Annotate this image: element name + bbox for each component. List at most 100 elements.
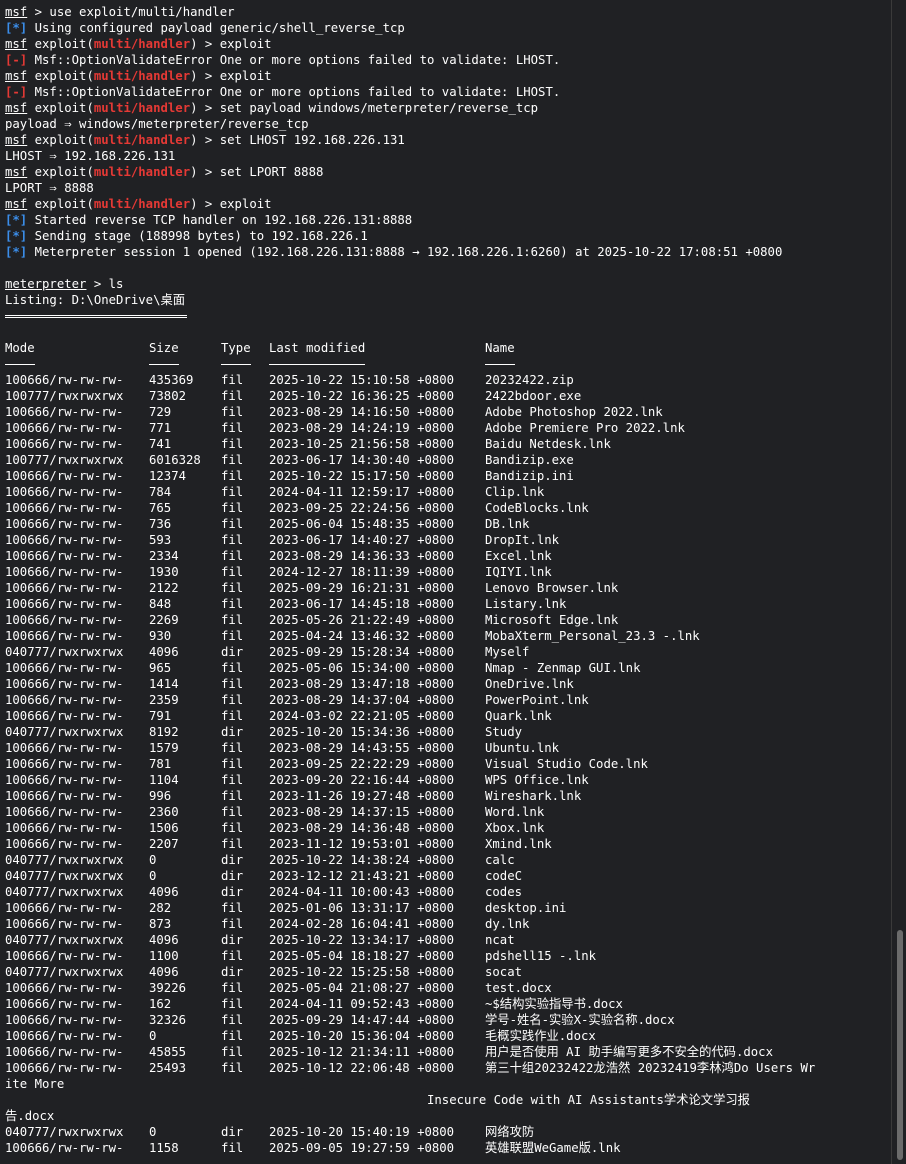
file-mode: 100666/rw-rw-rw- <box>5 405 124 419</box>
file-mode: 100666/rw-rw-rw- <box>5 997 124 1011</box>
table-row: 100666/rw-rw-rw- 1158 fil 2025-09-05 19:27:… <box>5 1140 890 1156</box>
file-modified: 2025-09-29 15:28:34 +0800 <box>269 645 455 659</box>
file-mode: 100666/rw-rw-rw- <box>5 1141 124 1155</box>
file-size: 765 <box>149 501 172 515</box>
file-type: fil <box>221 949 244 963</box>
file-size: 771 <box>149 421 172 435</box>
file-modified: 2023-12-12 21:43:21 +0800 <box>269 869 455 883</box>
file-type: dir <box>221 725 244 739</box>
file-modified: 2023-08-29 14:37:04 +0800 <box>269 693 455 707</box>
file-name: 英雄联盟WeGame版.lnk <box>485 1141 621 1155</box>
table-row: 100666/rw-rw-rw- 781 fil 2023-09-25 22:22:2… <box>5 756 890 772</box>
file-type: fil <box>221 1013 244 1027</box>
table-row: 100666/rw-rw-rw- 162 fil 2024-04-11 09:52:4… <box>5 996 890 1012</box>
file-size: 32326 <box>149 1013 187 1027</box>
table-row: 100666/rw-rw-rw- 965 fil 2025-05-06 15:34:0… <box>5 660 890 676</box>
row-continuation: Insecure Code with AI Assistants学术论文学习报 <box>5 1092 890 1108</box>
file-mode: 040777/rwxrwxrwx <box>5 725 124 739</box>
file-size: 736 <box>149 517 172 531</box>
file-mode: 100666/rw-rw-rw- <box>5 741 124 755</box>
terminal-output[interactable]: msf > use exploit/multi/handler [*] Using… <box>5 4 890 1156</box>
row-continuation: ite More <box>5 1076 890 1092</box>
file-type: fil <box>221 773 244 787</box>
table-row: 040777/rwxrwxrwx 4096 dir 2024-04-11 10:00:… <box>5 884 890 900</box>
command-text: > ls <box>86 277 124 291</box>
file-size: 2207 <box>149 837 179 851</box>
file-size: 0 <box>149 1125 157 1139</box>
table-row: 100666/rw-rw-rw- 45855 fil 2025-10-12 21:34… <box>5 1044 890 1060</box>
file-mode: 100666/rw-rw-rw- <box>5 837 124 851</box>
file-name: Adobe Premiere Pro 2022.lnk <box>485 421 685 435</box>
table-row: 100666/rw-rw-rw- 784 fil 2024-04-11 12:59:1… <box>5 484 890 500</box>
file-modified: 2025-05-04 18:18:27 +0800 <box>269 949 455 963</box>
file-mode: 100666/rw-rw-rw- <box>5 773 124 787</box>
listing-line: Listing: D:\OneDrive\桌面 <box>5 292 890 308</box>
terminal-line: msf exploit(multi/handler) > set payload… <box>5 100 890 116</box>
file-mode: 100666/rw-rw-rw- <box>5 901 124 915</box>
table-row: 100666/rw-rw-rw- 996 fil 2023-11-26 19:27:4… <box>5 788 890 804</box>
error-text: Msf::OptionValidateError One or more opt… <box>27 53 561 67</box>
file-mode: 100666/rw-rw-rw- <box>5 437 124 451</box>
column-header: Size <box>149 341 179 355</box>
header-underline <box>5 356 890 372</box>
file-type: dir <box>221 885 244 899</box>
file-size: 4096 <box>149 885 179 899</box>
terminal-line: payload ⇒ windows/meterpreter/reverse_tc… <box>5 116 890 132</box>
file-type: fil <box>221 453 244 467</box>
table-row: 040777/rwxrwxrwx 0 dir 2025-10-20 15:40:19 … <box>5 1124 890 1140</box>
file-size: 1414 <box>149 677 179 691</box>
file-type: fil <box>221 485 244 499</box>
file-modified: 2025-09-29 16:21:31 +0800 <box>269 581 455 595</box>
file-name: codes <box>485 885 523 899</box>
file-modified: 2025-10-20 15:40:19 +0800 <box>269 1125 455 1139</box>
msf-prompt: msf <box>5 133 28 147</box>
file-size: 4096 <box>149 645 179 659</box>
error-text: Msf::OptionValidateError One or more opt… <box>27 85 561 99</box>
table-row: 100666/rw-rw-rw- 2207 fil 2023-11-12 19:53:… <box>5 836 890 852</box>
file-size: 791 <box>149 709 172 723</box>
column-header: Name <box>485 341 515 355</box>
file-name: ncat <box>485 933 515 947</box>
file-size: 781 <box>149 757 172 771</box>
file-name: 学号-姓名-实验X-实验名称.docx <box>485 1013 675 1027</box>
file-mode: 100666/rw-rw-rw- <box>5 677 124 691</box>
terminal-line: [-] Msf::OptionValidateError One or more… <box>5 52 890 68</box>
scrollbar-thumb[interactable] <box>897 930 903 1160</box>
file-modified: 2025-10-12 21:34:11 +0800 <box>269 1045 455 1059</box>
table-row: 040777/rwxrwxrwx 8192 dir 2025-10-20 15:34:… <box>5 724 890 740</box>
file-name: Xbox.lnk <box>485 821 545 835</box>
file-modified: 2025-10-22 15:17:50 +0800 <box>269 469 455 483</box>
double-rule <box>5 308 890 324</box>
file-mode: 040777/rwxrwxrwx <box>5 869 124 883</box>
table-row: 100666/rw-rw-rw- 435369 fil 2025-10-22 15:1… <box>5 372 890 388</box>
table-row: 100666/rw-rw-rw- 741 fil 2023-10-25 21:56:5… <box>5 436 890 452</box>
file-mode: 100666/rw-rw-rw- <box>5 1045 124 1059</box>
file-modified: 2024-04-11 10:00:43 +0800 <box>269 885 455 899</box>
file-size: 873 <box>149 917 172 931</box>
file-modified: 2023-08-29 14:16:50 +0800 <box>269 405 455 419</box>
file-modified: 2025-05-26 21:22:49 +0800 <box>269 613 455 627</box>
terminal-line: [*] Sending stage (188998 bytes) to 192.… <box>5 228 890 244</box>
file-type: dir <box>221 853 244 867</box>
file-size: 593 <box>149 533 172 547</box>
command-text: ) > exploit <box>190 197 272 211</box>
file-modified: 2025-05-06 15:34:00 +0800 <box>269 661 455 675</box>
file-mode: 100777/rwxrwxrwx <box>5 389 124 403</box>
file-name: codeC <box>485 869 523 883</box>
file-mode: 100777/rwxrwxrwx <box>5 453 124 467</box>
file-mode: 100666/rw-rw-rw- <box>5 661 124 675</box>
msf-prompt: msf <box>5 69 28 83</box>
exploit-prefix: exploit( <box>27 101 94 115</box>
file-type: fil <box>221 373 244 387</box>
file-modified: 2023-08-29 14:43:55 +0800 <box>269 741 455 755</box>
file-mode: 100666/rw-rw-rw- <box>5 917 124 931</box>
terminal-line: msf exploit(multi/handler) > exploit <box>5 68 890 84</box>
file-mode: 100666/rw-rw-rw- <box>5 373 124 387</box>
file-modified: 2024-03-02 22:21:05 +0800 <box>269 709 455 723</box>
file-size: 848 <box>149 597 172 611</box>
file-mode: 100666/rw-rw-rw- <box>5 613 124 627</box>
file-size: 965 <box>149 661 172 675</box>
file-modified: 2023-11-26 19:27:48 +0800 <box>269 789 455 803</box>
file-size: 4096 <box>149 933 179 947</box>
file-name: Ubuntu.lnk <box>485 741 560 755</box>
